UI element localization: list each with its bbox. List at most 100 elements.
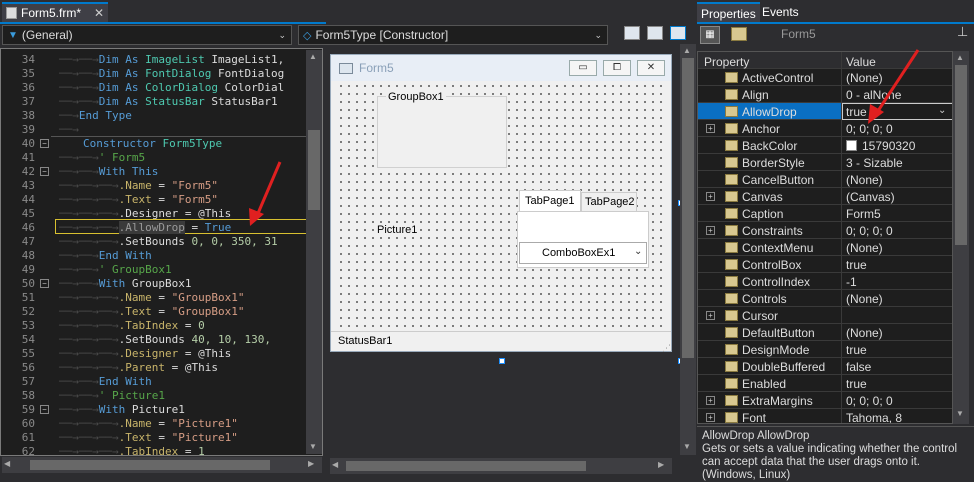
scroll-thumb[interactable] xyxy=(682,58,694,358)
property-row[interactable]: ContextMenu (None) xyxy=(698,239,952,256)
general-combo[interactable]: ▼ (General) ⌄ xyxy=(2,25,292,45)
designer-vertical-scrollbar[interactable]: ▲ ▼ xyxy=(680,44,696,455)
property-row[interactable]: ControlBox true xyxy=(698,256,952,273)
line-number: 49 xyxy=(21,263,35,276)
pin-icon[interactable]: ⊥ xyxy=(957,24,968,40)
code-line: ──→──→With Picture1 xyxy=(59,403,185,416)
code-area[interactable]: 34 ──→──→Dim As ImageList ImageList1, 35… xyxy=(0,48,323,456)
tab-control[interactable]: TabPage1 TabPage2 ComboBoxEx1 ⌄ xyxy=(517,190,649,268)
scroll-down-icon[interactable]: ▼ xyxy=(956,409,964,418)
scroll-left-icon[interactable]: ◀ xyxy=(4,459,10,468)
close-button[interactable]: ✕ xyxy=(637,60,665,76)
column-divider xyxy=(841,52,842,69)
property-row[interactable]: DoubleBuffered false xyxy=(698,358,952,375)
form-client-area[interactable]: GroupBox1 Picture1 TabPage1 TabPage2 Com… xyxy=(337,82,667,330)
document-tab[interactable]: Form5.frm* ✕ xyxy=(2,2,108,22)
scroll-up-icon[interactable]: ▲ xyxy=(683,46,691,55)
property-row[interactable]: Controls (None) xyxy=(698,290,952,307)
property-row[interactable]: + Cursor xyxy=(698,307,952,324)
property-pages-icon[interactable] xyxy=(731,27,747,41)
expand-icon[interactable]: + xyxy=(706,226,715,235)
scroll-thumb[interactable] xyxy=(308,130,320,210)
categorized-view-icon[interactable]: ▦ xyxy=(700,26,720,44)
expand-icon[interactable]: + xyxy=(706,311,715,320)
expand-icon[interactable]: + xyxy=(706,413,715,422)
property-icon xyxy=(725,89,738,100)
property-row[interactable]: BorderStyle 3 - Sizable xyxy=(698,154,952,171)
scroll-left-icon[interactable]: ◀ xyxy=(332,460,338,469)
column-divider xyxy=(841,86,842,103)
tab-page-2[interactable]: TabPage2 xyxy=(581,192,637,212)
picture-label[interactable]: Picture1 xyxy=(377,224,418,236)
scroll-down-icon[interactable]: ▼ xyxy=(683,442,691,451)
tab-events[interactable]: Events xyxy=(758,2,803,22)
designer-horizontal-scrollbar[interactable]: ◀ ▶ xyxy=(330,458,672,474)
line-number: 58 xyxy=(21,389,35,402)
member-combo[interactable]: ◇ Form5Type [Constructor] ⌄ xyxy=(298,25,608,45)
chevron-down-icon[interactable]: ⌄ xyxy=(938,105,946,116)
property-value: false xyxy=(846,360,872,374)
scroll-thumb[interactable] xyxy=(955,65,967,245)
view-form-icon[interactable] xyxy=(647,26,663,40)
property-row[interactable]: DefaultButton (None) xyxy=(698,324,952,341)
property-row[interactable]: + Constraints 0; 0; 0; 0 xyxy=(698,222,952,239)
close-icon[interactable]: ✕ xyxy=(94,6,104,20)
scroll-thumb[interactable] xyxy=(30,460,270,470)
resize-grip-icon[interactable]: ⋰ xyxy=(662,343,671,354)
form-titlebar[interactable]: Form5 ▭ ⧠ ✕ xyxy=(331,55,671,81)
property-row[interactable]: + Canvas (Canvas) xyxy=(698,188,952,205)
property-row[interactable]: + ExtraMargins 0; 0; 0; 0 xyxy=(698,392,952,409)
groupbox[interactable]: GroupBox1 xyxy=(377,91,507,168)
code-vertical-scrollbar[interactable]: ▲ ▼ xyxy=(306,50,322,454)
property-row[interactable]: DesignMode true xyxy=(698,341,952,358)
tab-properties[interactable]: Properties xyxy=(697,2,760,22)
form-window[interactable]: Form5 ▭ ⧠ ✕ GroupBox1 Picture1 TabPage1 … xyxy=(330,54,672,354)
line-number: 59 xyxy=(21,403,35,416)
fold-toggle-icon[interactable]: − xyxy=(40,279,49,288)
scroll-up-icon[interactable]: ▲ xyxy=(956,53,964,62)
property-row[interactable]: Enabled true xyxy=(698,375,952,392)
scroll-down-icon[interactable]: ▼ xyxy=(309,442,317,451)
scroll-up-icon[interactable]: ▲ xyxy=(309,52,317,61)
column-divider xyxy=(841,256,842,273)
code-horizontal-scrollbar[interactable]: ◀ ▶ xyxy=(2,457,322,473)
form-icon xyxy=(339,62,353,74)
view-code-icon[interactable] xyxy=(624,26,640,40)
fold-toggle-icon[interactable]: − xyxy=(40,167,49,176)
line-number: 60 xyxy=(21,417,35,430)
maximize-button[interactable]: ⧠ xyxy=(603,60,631,76)
property-value: 0; 0; 0; 0 xyxy=(846,394,893,408)
property-row[interactable]: BackColor 15790320 xyxy=(698,137,952,154)
fold-toggle-icon[interactable]: − xyxy=(40,405,49,414)
code-line: ──→──→──→.SetBounds 0, 0, 350, 31 xyxy=(59,235,278,248)
code-line: ──→──→──→.Name = "GroupBox1" xyxy=(59,291,245,304)
property-row[interactable]: CancelButton (None) xyxy=(698,171,952,188)
fold-toggle-icon[interactable]: − xyxy=(40,139,49,148)
selection-handle-bottom[interactable] xyxy=(499,358,505,364)
column-divider xyxy=(841,137,842,154)
tab-page-1[interactable]: TabPage1 xyxy=(519,190,581,212)
property-grid-scrollbar[interactable]: ▲ ▼ xyxy=(953,51,969,424)
scroll-thumb[interactable] xyxy=(346,461,586,471)
property-icon xyxy=(725,174,738,185)
expand-icon[interactable]: + xyxy=(706,192,715,201)
property-row[interactable]: + Font Tahoma, 8 xyxy=(698,409,952,424)
property-icon xyxy=(725,293,738,304)
property-value: true xyxy=(846,343,867,357)
combobox[interactable]: ComboBoxEx1 ⌄ xyxy=(519,242,647,264)
property-row[interactable]: ControlIndex -1 xyxy=(698,273,952,290)
line-number: 45 xyxy=(21,207,35,220)
expand-icon[interactable]: + xyxy=(706,396,715,405)
minimize-button[interactable]: ▭ xyxy=(569,60,597,76)
chevron-down-icon[interactable]: ⌄ xyxy=(634,246,642,257)
property-name: Caption xyxy=(742,207,784,221)
view-split-icon[interactable] xyxy=(670,26,686,40)
code-line: ──→──→End With xyxy=(59,249,152,262)
scroll-right-icon[interactable]: ▶ xyxy=(658,460,664,469)
scroll-right-icon[interactable]: ▶ xyxy=(308,459,314,468)
property-value: (None) xyxy=(846,173,883,187)
expand-icon[interactable]: + xyxy=(706,124,715,133)
property-value: -1 xyxy=(846,275,857,289)
property-value: Tahoma, 8 xyxy=(846,411,903,424)
property-row[interactable]: Caption Form5 xyxy=(698,205,952,222)
